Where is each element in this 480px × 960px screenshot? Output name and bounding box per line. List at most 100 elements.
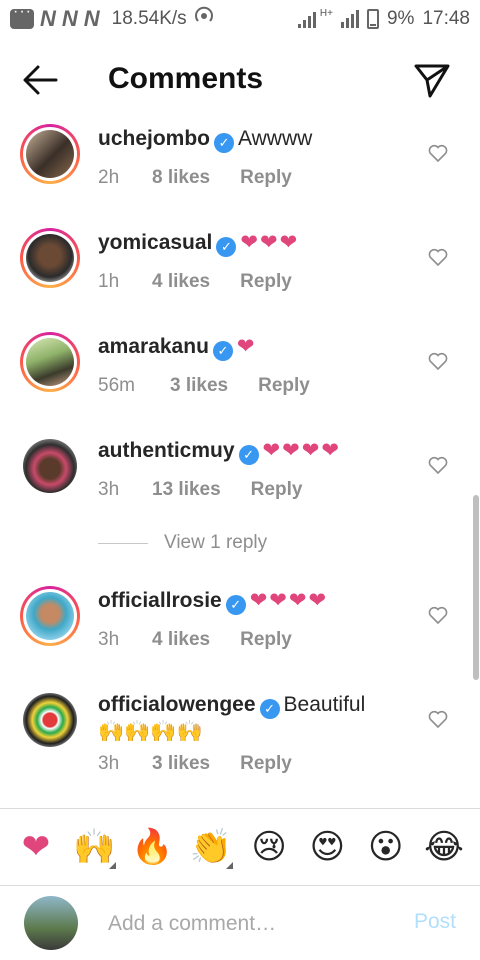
comment-time: 1h	[98, 271, 120, 292]
view-replies-label: View 1 reply	[164, 532, 268, 553]
comment-input[interactable]	[108, 906, 388, 942]
comment-meta: 3h 3 likes Reply	[98, 753, 420, 775]
battery-icon	[366, 9, 379, 29]
share-button[interactable]	[412, 60, 452, 100]
like-heart-icon[interactable]	[428, 352, 448, 370]
comment-time: 2h	[98, 167, 120, 188]
comment-text: Beautiful	[283, 693, 366, 716]
laughing-emoji-button[interactable]: 😂	[418, 827, 470, 867]
comment-meta: 2h 8 likes Reply	[98, 167, 420, 189]
like-heart-icon[interactable]	[428, 456, 448, 474]
fire-emoji-button[interactable]: 🔥	[127, 827, 179, 867]
comment-text: Awwww	[238, 127, 313, 150]
battery-percent: 9%	[386, 8, 415, 29]
status-bar: N N N 18.54K/s H+ 9% 17:48	[0, 0, 480, 38]
scrollbar[interactable]	[473, 495, 479, 680]
reply-button[interactable]: Reply	[240, 629, 292, 651]
network-n-icon: N	[61, 6, 78, 31]
comment-time: 3h	[98, 753, 120, 774]
like-heart-icon[interactable]	[428, 710, 448, 728]
page-title: Comments	[108, 62, 264, 95]
comment-username[interactable]: yomicasual	[98, 231, 212, 254]
skin-tone-indicator-icon	[109, 862, 117, 869]
view-replies-button[interactable]: View 1 reply	[98, 532, 267, 554]
divider-line	[98, 542, 148, 544]
network-n-icon: N	[40, 6, 56, 31]
reply-button[interactable]: Reply	[240, 271, 292, 293]
avatar[interactable]	[20, 690, 80, 750]
avatar[interactable]	[20, 124, 80, 184]
comment-username[interactable]: uchejombo	[98, 127, 210, 150]
network-speed: 18.54K/s	[111, 8, 187, 29]
comment-text-line: authenticmuy ✓ ❤❤❤❤	[98, 438, 420, 465]
avatar[interactable]	[20, 332, 80, 392]
verified-badge-icon: ✓	[238, 445, 259, 465]
comment-time: 3h	[98, 629, 120, 650]
comment-text-line: uchejombo ✓ Awwww	[98, 126, 420, 153]
header: Comments	[0, 48, 480, 112]
signal-icon-2	[340, 10, 359, 28]
back-arrow-icon	[23, 65, 58, 95]
like-heart-icon[interactable]	[428, 144, 448, 162]
verified-badge-icon: ✓	[259, 699, 280, 719]
verified-badge-icon: ✓	[212, 341, 233, 361]
clapping-emoji-button[interactable]: 👏	[185, 827, 237, 869]
surprised-emoji-button[interactable]: 😮	[360, 827, 412, 867]
skin-tone-indicator-icon	[225, 862, 233, 869]
quick-emoji-bar: ❤ 🙌 🔥 👏 😢 😍 😮 😂	[0, 808, 480, 886]
signal-icon	[297, 10, 316, 28]
send-icon	[414, 64, 450, 98]
comment-meta: 1h 4 likes Reply	[98, 271, 420, 293]
comment-text: ❤❤❤❤	[262, 439, 341, 462]
comment-text-line: amarakanu ✓ ❤	[98, 334, 420, 361]
comment-text-line: officiallrosie ✓ ❤❤❤❤	[98, 588, 420, 615]
message-icon	[10, 3, 34, 29]
heart-emoji-button[interactable]: ❤	[10, 827, 62, 867]
comment-text-line: yomicasual ✓ ❤❤❤	[98, 230, 420, 257]
comment-likes[interactable]: 8 likes	[152, 167, 210, 189]
comment-text: ❤❤❤❤	[249, 589, 329, 612]
comment-username[interactable]: authenticmuy	[98, 439, 235, 462]
raised-hands-emoji-button[interactable]: 🙌	[68, 827, 120, 869]
reply-button[interactable]: Reply	[240, 753, 292, 775]
comment-time: 56m	[98, 375, 135, 396]
network-n-icon: N	[83, 6, 100, 31]
comment-meta: 3h 13 likes Reply	[98, 479, 420, 501]
comment-likes[interactable]: 13 likes	[152, 479, 221, 501]
comment-likes[interactable]: 3 likes	[152, 753, 210, 775]
comment-likes[interactable]: 3 likes	[170, 375, 228, 397]
comment-likes[interactable]: 4 likes	[152, 271, 210, 293]
status-bar-left: N N N 18.54K/s	[10, 3, 215, 33]
comment-time: 3h	[98, 479, 120, 500]
avatar[interactable]	[20, 586, 80, 646]
crying-emoji-button[interactable]: 😢	[243, 827, 295, 867]
comment-text: ❤	[236, 335, 257, 358]
back-button[interactable]	[20, 62, 60, 98]
reply-button[interactable]: Reply	[240, 167, 292, 189]
comment-username[interactable]: officiallrosie	[98, 589, 222, 612]
comment-text-line: officialowengee ✓ Beautiful	[98, 692, 420, 719]
clock: 17:48	[422, 8, 470, 29]
comment-meta: 3h 4 likes Reply	[98, 629, 420, 651]
network-type: H+	[319, 7, 333, 19]
verified-badge-icon: ✓	[214, 133, 235, 153]
avatar[interactable]	[20, 436, 80, 496]
like-heart-icon[interactable]	[428, 248, 448, 266]
like-heart-icon[interactable]	[428, 606, 448, 624]
comment-likes[interactable]: 4 likes	[152, 629, 210, 651]
comment-text-emoji: 🙌🙌🙌🙌	[98, 720, 203, 743]
comment-username[interactable]: amarakanu	[98, 335, 209, 358]
heart-eyes-emoji-button[interactable]: 😍	[301, 827, 353, 867]
comment-username[interactable]: officialowengee	[98, 693, 256, 716]
verified-badge-icon: ✓	[216, 237, 237, 257]
my-avatar	[24, 896, 78, 950]
comment-meta: 56m 3 likes Reply	[98, 375, 420, 397]
reply-button[interactable]: Reply	[251, 479, 303, 501]
avatar[interactable]	[20, 228, 80, 288]
comment-text: ❤❤❤	[240, 231, 300, 254]
status-bar-right: H+ 9% 17:48	[297, 7, 470, 30]
comment-input-row: Post	[0, 888, 480, 960]
raised-hands-emoji-glyph: 🙌	[73, 827, 116, 867]
post-button[interactable]: Post	[414, 910, 456, 934]
reply-button[interactable]: Reply	[258, 375, 310, 397]
